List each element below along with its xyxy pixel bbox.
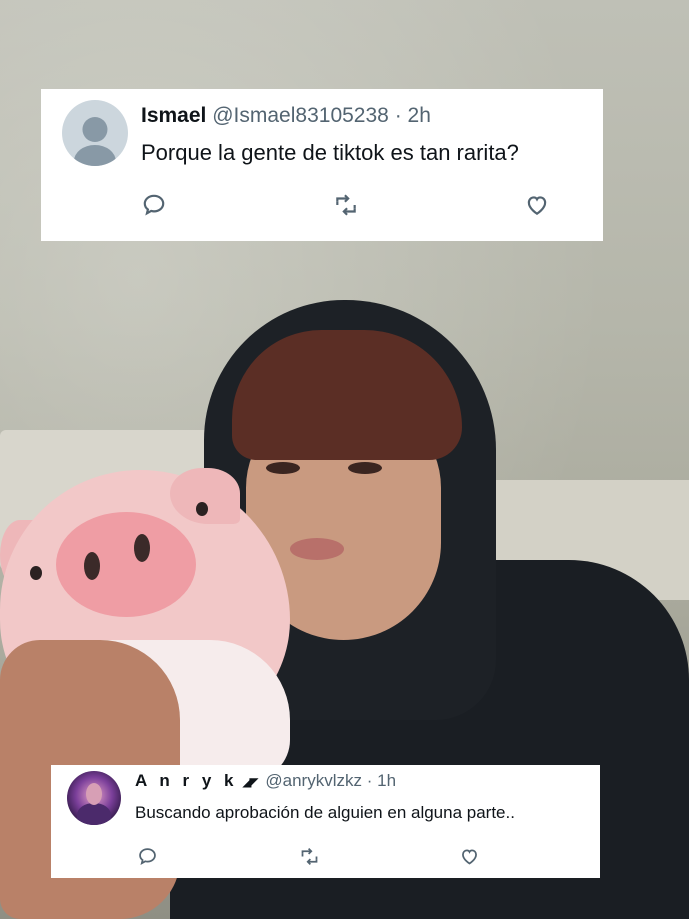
user-handle[interactable]: @anrykvlzkz (265, 771, 362, 790)
tweet-header: A n r y k ◢◤ @anrykvlzkz · 1h (135, 771, 396, 791)
tweet-card-bottom[interactable]: A n r y k ◢◤ @anrykvlzkz · 1h Buscando a… (51, 765, 600, 878)
heart-icon[interactable] (522, 190, 552, 220)
profile-photo-avatar[interactable] (67, 771, 121, 825)
retweet-icon[interactable] (331, 190, 361, 220)
heart-icon[interactable] (454, 841, 484, 871)
display-name[interactable]: A n r y k (135, 771, 237, 790)
user-handle[interactable]: @Ismael83105238 (212, 104, 389, 127)
tweet-header: Ismael @Ismael83105238 · 2h (141, 104, 431, 128)
separator-dot: · (366, 771, 373, 790)
arrow-emoji-icon: ◢◤ (242, 775, 259, 789)
retweet-icon[interactable] (294, 841, 324, 871)
reply-icon[interactable] (132, 841, 162, 871)
timestamp[interactable]: 2h (408, 104, 431, 127)
timestamp[interactable]: 1h (377, 771, 396, 790)
display-name[interactable]: Ismael (141, 104, 206, 127)
tweet-text: Buscando aprobación de alguien en alguna… (135, 803, 515, 822)
tweet-card-top[interactable]: Ismael @Ismael83105238 · 2h Porque la ge… (41, 89, 603, 241)
separator-dot: · (394, 104, 402, 127)
reply-icon[interactable] (139, 190, 169, 220)
default-avatar-icon[interactable] (62, 100, 128, 166)
tweet-text: Porque la gente de tiktok es tan rarita? (141, 140, 519, 165)
